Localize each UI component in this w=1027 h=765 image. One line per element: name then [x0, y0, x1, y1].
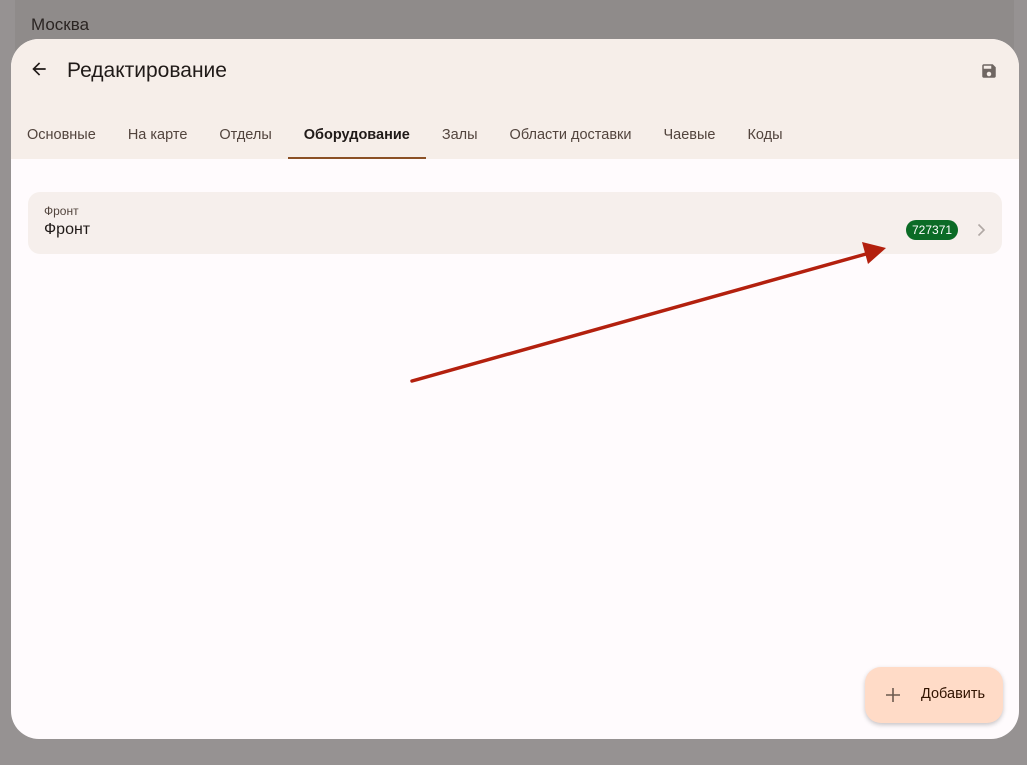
tab-basic[interactable]: Основные — [11, 111, 112, 159]
item-overline: Фронт — [44, 204, 79, 218]
tab-delivery-areas[interactable]: Области доставки — [494, 111, 648, 159]
item-title: Фронт — [44, 221, 91, 238]
chevron-right-icon — [974, 222, 988, 238]
tab-tips[interactable]: Чаевые — [648, 111, 732, 159]
tab-equipment[interactable]: Оборудование — [287, 111, 426, 159]
add-button-label: Добавить — [921, 686, 986, 702]
page-title: Редактирование — [67, 59, 227, 82]
add-button[interactable]: Добавить — [865, 667, 1003, 723]
tab-codes[interactable]: Коды — [731, 111, 798, 159]
save-icon — [982, 64, 996, 78]
tab-on-map[interactable]: На карте — [112, 111, 204, 159]
tab-bar: Основные На карте Отделы Оборудование За… — [11, 111, 799, 159]
background-title: Москва — [31, 15, 90, 34]
dialog-header: Редактирование Основные На карте Отделы … — [11, 39, 1019, 159]
back-button[interactable] — [25, 55, 53, 83]
save-button[interactable] — [977, 59, 1001, 83]
equipment-list-item[interactable]: Фронт Фронт 727371 — [28, 192, 1002, 254]
tab-halls[interactable]: Залы — [426, 111, 494, 159]
arrow-left-icon — [32, 62, 46, 76]
edit-dialog: Редактирование Основные На карте Отделы … — [11, 39, 1019, 739]
tab-departments[interactable]: Отделы — [203, 111, 287, 159]
item-code-badge: 727371 — [906, 220, 959, 240]
plus-icon — [886, 688, 900, 702]
